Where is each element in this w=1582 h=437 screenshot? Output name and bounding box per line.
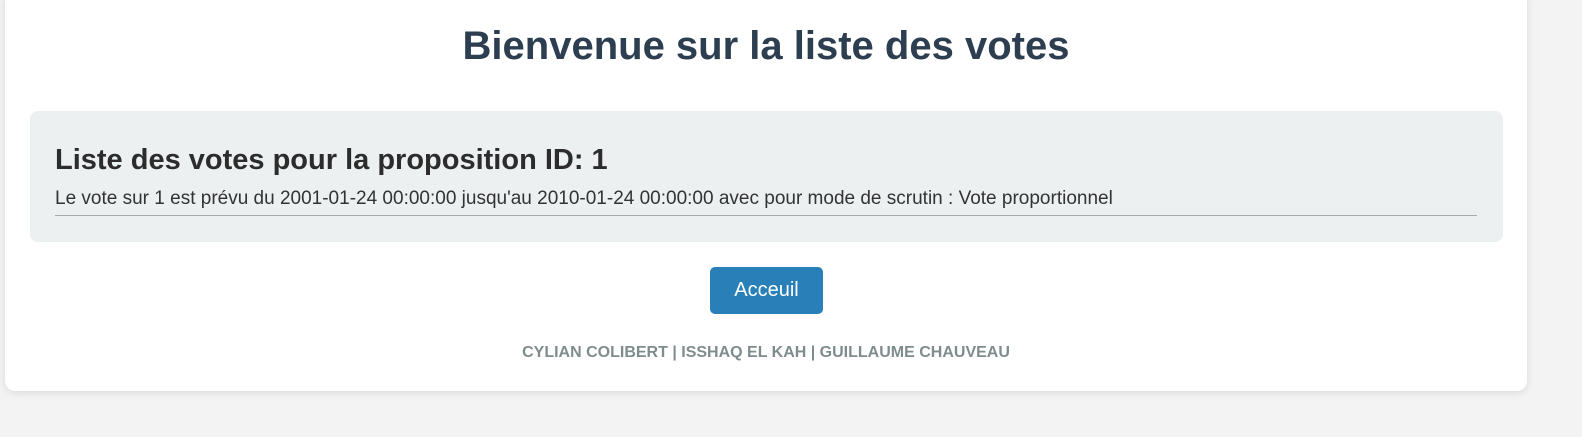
vote-heading: Liste des votes pour la proposition ID: … <box>55 144 608 176</box>
footer-credits: CYLIAN COLIBERT | ISSHAQ EL KAH | GUILLA… <box>522 344 1010 361</box>
page-title: Bienvenue sur la liste des votes <box>462 24 1070 68</box>
vote-description: Le vote sur 1 est prévu du 2001-01-24 00… <box>55 187 1477 216</box>
vote-panel: Liste des votes pour la proposition ID: … <box>30 111 1503 242</box>
home-button[interactable]: Acceuil <box>710 267 823 314</box>
main-card: Bienvenue sur la liste des votes Liste d… <box>5 0 1527 391</box>
